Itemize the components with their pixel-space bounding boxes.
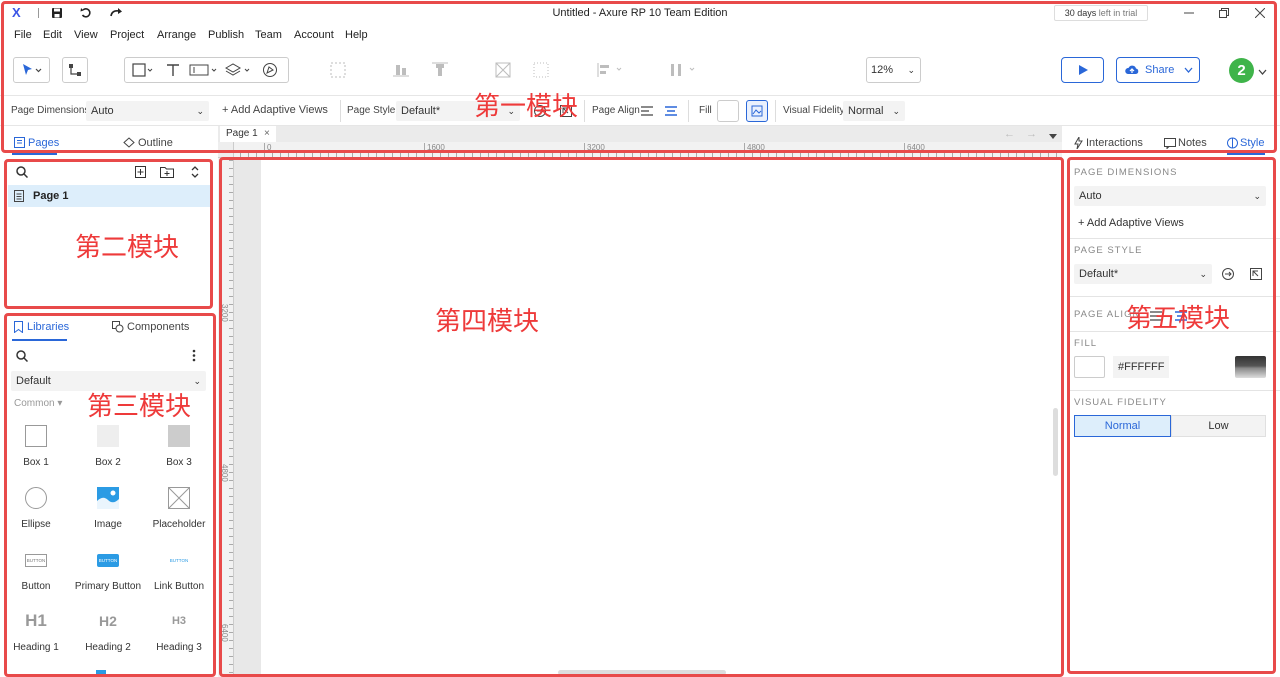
module3-label: 第三模块	[87, 392, 192, 422]
module3-annotation-box	[4, 313, 216, 677]
module5-annotation-box	[1067, 157, 1276, 674]
module4-annotation-box	[219, 157, 1064, 677]
active-tab-underline	[1227, 153, 1265, 155]
module1-annotation-box	[1, 1, 1277, 153]
module4-label: 第四模块	[435, 307, 540, 337]
active-tab-underline	[12, 153, 57, 155]
module2-label: 第二模块	[75, 233, 180, 263]
module1-label: 第一模块	[474, 92, 579, 122]
module5-label: 第五模块	[1126, 304, 1231, 334]
